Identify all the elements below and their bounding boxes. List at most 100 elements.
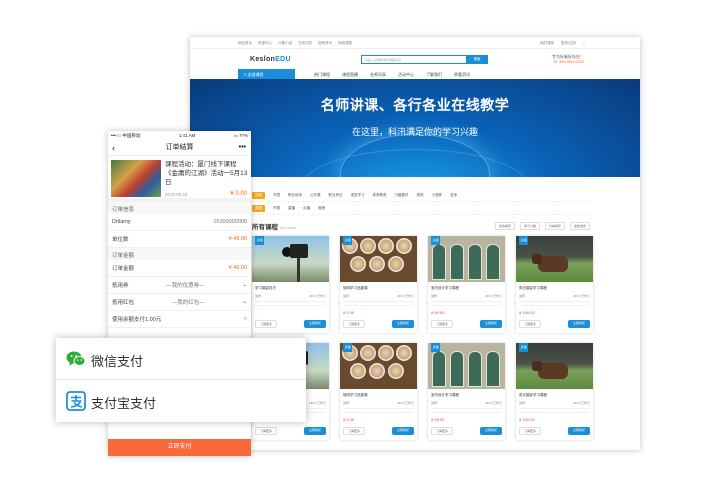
buy-now-button[interactable]: 立即购买 [567, 427, 590, 435]
learn-more-button[interactable]: 了解更多 [431, 427, 454, 435]
course-image: 点播 [340, 236, 417, 282]
filter-tag: 类型 [252, 204, 265, 212]
filter-option[interactable]: 其他 [417, 193, 424, 198]
filter-option[interactable]: 兴趣爱好 [395, 193, 409, 198]
buy-now-button[interactable]: 立即购买 [391, 427, 414, 435]
site-logo[interactable]: KeslonEDU [250, 56, 291, 63]
learn-more-button[interactable]: 了解更多 [343, 320, 366, 328]
search-button[interactable]: 搜索 [466, 55, 488, 64]
filter-row-type: 类型 不限 直播 点播 面授 [252, 202, 590, 215]
top-link[interactable]: 兴趣小组 [278, 41, 292, 46]
home-icon[interactable]: ⌂ [583, 41, 585, 46]
order-item[interactable]: 课程活动：厦门线下课程《金庸的江湖》活动一5月13日 2018.05.24 ¥ … [108, 156, 251, 202]
nav-item[interactable]: 名师风采 [370, 72, 386, 78]
course-actions: 了解更多 立即购买 [343, 427, 414, 435]
course-card[interactable]: 点播 风光摄影学习课程 讲师: 245人已学习 ¥ 199.00 了解更多 立即购买 [516, 236, 593, 333]
hotline: 专为好者好存在！ ☏ 400-000-0202 [552, 54, 584, 64]
top-link[interactable]: 网络课程 [338, 41, 352, 46]
filter-option[interactable]: 点播 [303, 206, 310, 211]
course-name[interactable]: 咖啡学习品鉴课 [340, 389, 417, 398]
top-link[interactable]: 网站首页 [238, 41, 252, 46]
more-dots-icon[interactable]: ••• [239, 140, 246, 156]
course-card[interactable]: 点播 学习摄影技巧 讲师: 245人已学习 了解更多 立即购买 [252, 236, 329, 333]
course-card[interactable]: 点播 咖啡学习品鉴课 讲师: 245人已学习 ¥ 0.00 了解更多 立即购买 [340, 236, 417, 333]
filter-option[interactable]: 职业考证 [329, 193, 343, 198]
top-link[interactable]: 在线问答 [298, 41, 312, 46]
nav-item[interactable]: 课程直播 [342, 72, 358, 78]
course-card[interactable]: 点播 咖啡学习品鉴课 讲师: 245人已学习 ¥ 0.00 了解更多 立即购买 [340, 343, 417, 440]
buy-now-button[interactable]: 立即购买 [479, 320, 502, 328]
nav-item[interactable]: 活动中心 [398, 72, 414, 78]
course-name[interactable]: 室内设计学习课程 [428, 389, 505, 398]
alipay-icon [66, 391, 86, 411]
buy-now-button[interactable]: 立即购买 [303, 427, 326, 435]
filter-option[interactable]: 不限 [273, 206, 280, 211]
buy-now-button[interactable]: 立即购买 [303, 320, 326, 328]
course-name[interactable]: 学习摄影技巧 [252, 282, 329, 291]
course-card[interactable]: 点播 室内设计学习课程 讲师: 245人已学习 ¥ 99.00 了解更多 立即购买 [428, 236, 505, 333]
row-value: 15300000000 [213, 219, 247, 225]
row-value: ¥ 49.00 [228, 265, 247, 271]
sort-option[interactable]: 学习人数 [519, 222, 540, 230]
filter-option[interactable]: 体育教育 [373, 193, 387, 198]
nav-item[interactable]: 热门课程 [314, 72, 330, 78]
course-learners: 245人已学习 [396, 294, 414, 298]
course-name[interactable]: 风光摄影学习课程 [516, 389, 593, 398]
red-packet-select[interactable]: 抵用红包 —我的红包— ⌄ [108, 294, 251, 311]
course-learners: 245人已学习 [484, 401, 502, 405]
search-input[interactable]: 请输入您要搜索的课程名称 [361, 55, 481, 64]
login-link[interactable]: 登录/注册 [561, 41, 576, 46]
coffee-cup [396, 238, 412, 254]
section-title: 所有课程 All Course [252, 221, 296, 231]
top-link[interactable]: 资源中心 [258, 41, 272, 46]
learn-more-button[interactable]: 了解更多 [343, 427, 366, 435]
sort-option[interactable]: 综合排序 [494, 222, 515, 230]
buy-now-button[interactable]: 立即购买 [479, 427, 502, 435]
course-meta: 讲师: 245人已学习 [340, 291, 417, 298]
my-courses-link[interactable]: 我的课程 [540, 41, 554, 46]
course-image: 点播 [252, 236, 329, 282]
banner-title: 名师讲课、各行各业在线教学 [320, 97, 510, 113]
learn-more-button[interactable]: 了解更多 [431, 320, 454, 328]
balance-toggle[interactable]: 使用余额支付1.00元 ○ [108, 311, 251, 328]
checkbox-icon[interactable]: ○ [244, 316, 247, 322]
filter-option[interactable]: 职业培训 [288, 193, 302, 198]
course-name[interactable]: 咖啡学习品鉴课 [340, 282, 417, 291]
wechat-pay-option[interactable]: 微信支付 [56, 338, 306, 380]
sort-option[interactable]: 最新发布 [569, 222, 590, 230]
course-price: ¥ 199.00 [519, 310, 535, 315]
learn-more-button[interactable]: 了解更多 [255, 427, 278, 435]
learn-more-button[interactable]: 了解更多 [519, 320, 542, 328]
filter-option[interactable]: 名师 [450, 193, 457, 198]
buy-now-button[interactable]: 立即购买 [567, 320, 590, 328]
coffee-cup [360, 238, 376, 254]
pay-now-button[interactable]: 立即支付 [108, 439, 251, 456]
filter-option[interactable]: 面授 [318, 206, 325, 211]
learn-more-button[interactable]: 了解更多 [519, 427, 542, 435]
course-name[interactable]: 风光摄影学习课程 [516, 282, 593, 291]
sort-option[interactable]: 价格排序 [544, 222, 565, 230]
filter-option[interactable]: 直播 [288, 206, 295, 211]
course-image: 点播 [428, 343, 505, 389]
course-learners: 245人已学习 [572, 401, 590, 405]
course-card[interactable]: 点播 室内设计学习课程 讲师: 245人已学习 ¥ 99.00 了解更多 立即购买 [428, 343, 505, 440]
chevron-left-icon[interactable]: ‹ [112, 140, 115, 156]
filter-option[interactable]: 公开课 [310, 193, 321, 198]
filter-option[interactable]: 不限 [273, 193, 280, 198]
nav-item[interactable]: 原看资讯 [454, 72, 470, 78]
hero-banner[interactable]: 名师讲课、各行各业在线教学 在这里，科汛满足你的学习兴趣 [190, 79, 640, 177]
top-link[interactable]: 新闻资讯 [318, 41, 332, 46]
row-label: 抵用券 [112, 283, 129, 289]
alipay-option[interactable]: 支付宝支付 [56, 380, 306, 422]
learn-more-button[interactable]: 了解更多 [255, 320, 278, 328]
order-price: ¥ 0.00 [230, 191, 247, 197]
filter-option[interactable]: 语言学习 [351, 193, 365, 198]
camera-body [290, 244, 308, 258]
course-name[interactable]: 室内设计学习课程 [428, 282, 505, 291]
nav-item[interactable]: 了解我们 [426, 72, 442, 78]
course-price: ¥ 99.00 [431, 417, 445, 422]
coupon-select[interactable]: 抵用券 —我的优惠券— ⌄ [108, 277, 251, 294]
buy-now-button[interactable]: 立即购买 [391, 320, 414, 328]
filter-option[interactable]: 小语种 [432, 193, 443, 198]
course-card[interactable]: 点播 风光摄影学习课程 讲师: 245人已学习 ¥ 199.00 了解更多 立即购买 [516, 343, 593, 440]
